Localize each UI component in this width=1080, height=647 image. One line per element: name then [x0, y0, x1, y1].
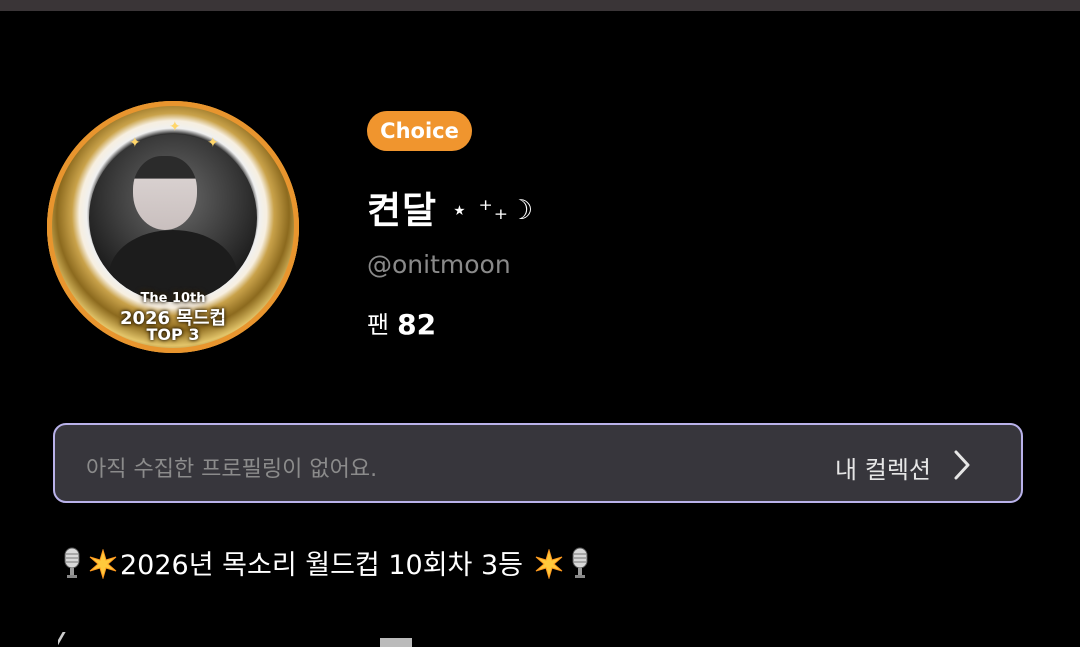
crown-star-icon: ✦: [169, 119, 181, 135]
microphone-icon: [572, 547, 588, 578]
bio-line: 2026년 목소리 월드컵 10회차 3등: [58, 543, 594, 582]
chevron-right-icon[interactable]: [951, 449, 973, 481]
profile-avatar[interactable]: ✦ ✦ ✦ The 10th 2026 목드컵 TOP 3: [47, 101, 299, 353]
avatar-figure-face: [133, 156, 197, 230]
profile-name-text: 켠달: [367, 189, 438, 232]
fans-label: 팬: [367, 311, 390, 339]
sparkle-icon: [535, 549, 562, 579]
bio-line-cut-off: [58, 632, 438, 647]
avatar-badge-line3: TOP 3: [146, 325, 200, 344]
fans-count-row: 팬 82: [367, 305, 436, 341]
fans-count: 82: [397, 308, 437, 341]
cut-off-emoji: [380, 638, 412, 647]
sparkle-icon: [89, 549, 117, 579]
collection-panel[interactable]: 아직 수집한 프로필링이 없어요. 내 컬렉션: [53, 423, 1023, 503]
avatar-photo: [89, 134, 257, 302]
my-collection-label: 내 컬렉션: [835, 456, 931, 484]
profile-name: 켠달 ⋆ ⁺₊☽: [367, 180, 534, 234]
cut-off-glyph: [58, 632, 96, 647]
microphone-icon: [64, 547, 80, 578]
top-status-strip: [0, 0, 1080, 11]
profile-name-decoration: ⋆ ⁺₊☽: [450, 195, 535, 226]
collection-empty-message: 아직 수집한 프로필링이 없어요.: [86, 457, 378, 482]
choice-badge: Choice: [367, 111, 472, 151]
bio-text: 2026년 목소리 월드컵 10회차 3등: [120, 550, 523, 581]
frame-star-icon: ✦: [129, 135, 141, 151]
frame-star-icon: ✦: [207, 135, 219, 151]
profile-handle: @onitmoon: [367, 250, 511, 279]
